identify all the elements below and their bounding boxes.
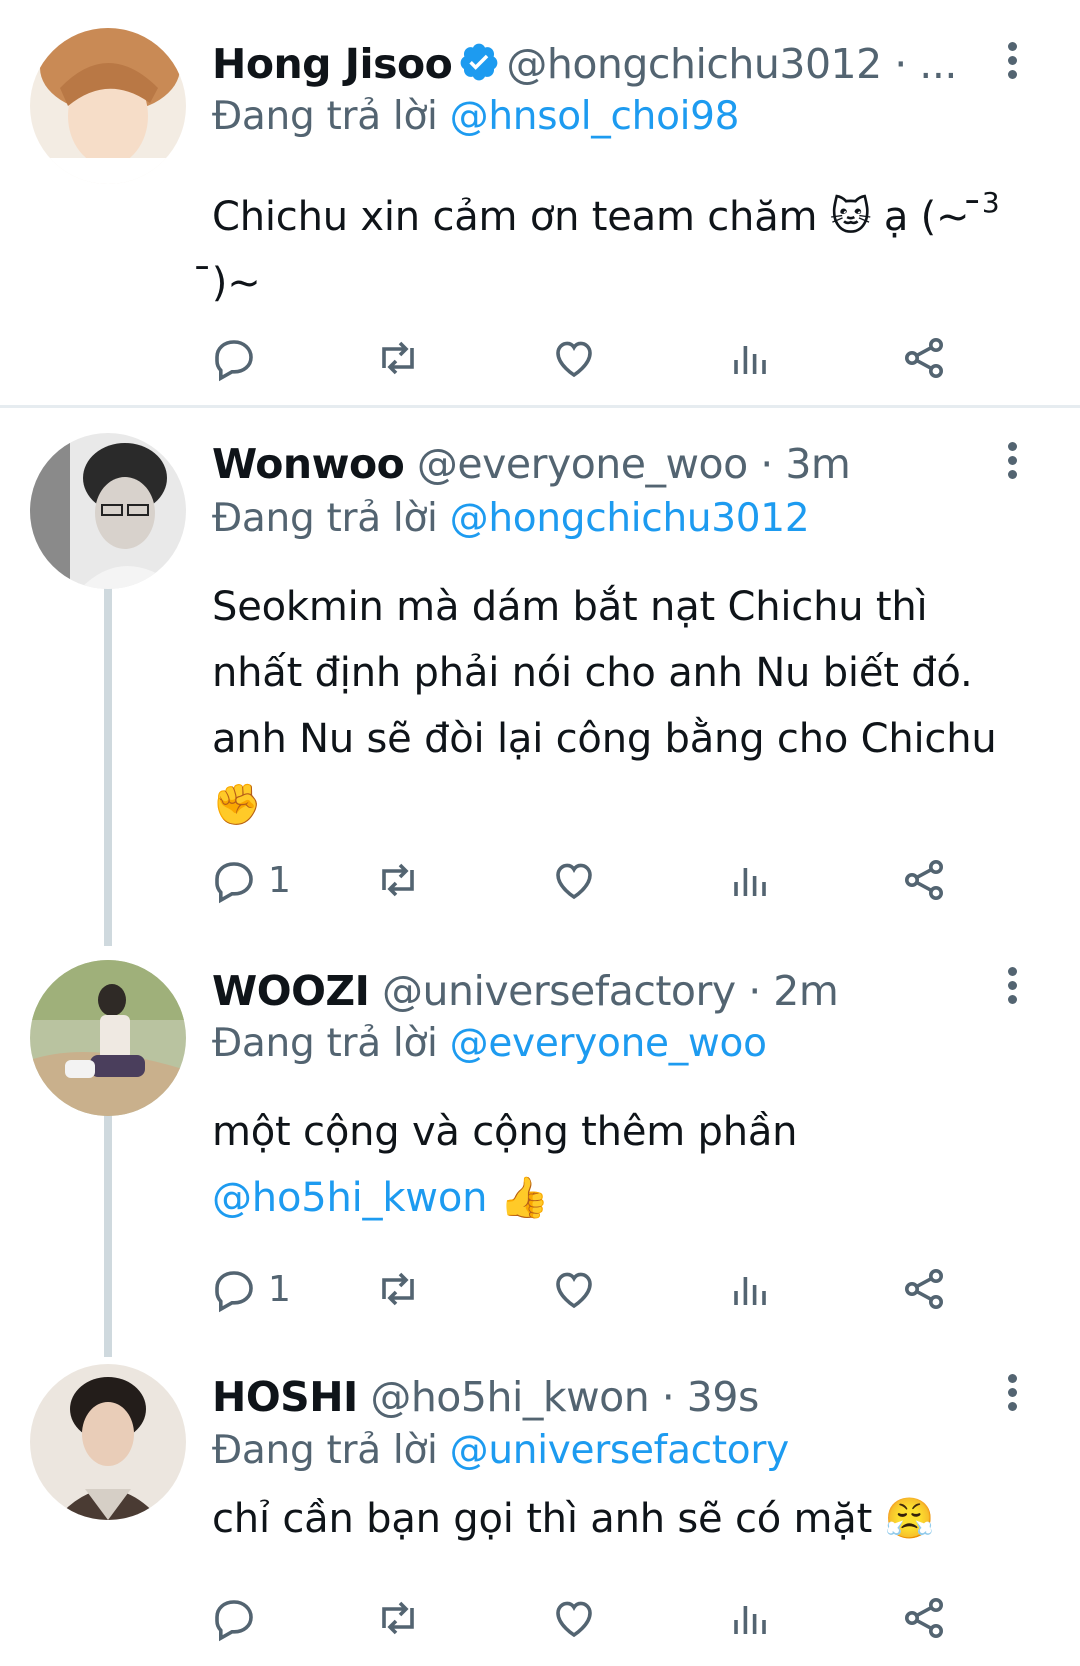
share-icon	[905, 1269, 943, 1309]
reply-button[interactable]	[210, 1590, 258, 1646]
tweet-hoshi[interactable]: HOSHI @ho5hi_kwon · 39s Đang trả lời @un…	[0, 1340, 1080, 1666]
share-button[interactable]	[900, 330, 948, 386]
tweet-text: chỉ cần bạn gọi thì anh sẽ có mặt 😤	[212, 1496, 935, 1542]
heart-icon	[556, 341, 592, 378]
display-name[interactable]: WOOZI	[212, 967, 370, 1015]
more-vertical-icon[interactable]	[1002, 38, 1022, 88]
retweet-icon	[382, 863, 414, 897]
more-vertical-icon[interactable]	[1002, 1370, 1022, 1420]
display-name[interactable]: Wonwoo	[212, 440, 405, 488]
reply-icon	[215, 340, 253, 382]
retweet-button[interactable]	[374, 1590, 422, 1646]
raised-fist-emoji: ✊	[212, 782, 262, 828]
analytics-button[interactable]	[726, 330, 774, 386]
tweet-text: Chichu xin cảm ơn team chăm 🐱 ạ (~ ̄3 ̄)…	[212, 186, 1000, 306]
like-button[interactable]	[550, 1261, 598, 1317]
retweet-button[interactable]	[374, 330, 422, 386]
tweet-woozi[interactable]: WOOZI @universefactory · 2m Đang trả lời…	[0, 935, 1080, 1335]
analytics-icon	[734, 346, 766, 374]
reply-button[interactable]: 1	[210, 1261, 291, 1317]
reply-to-mention[interactable]: @hnsol_choi98	[450, 94, 740, 139]
tweet-wonwoo[interactable]: Wonwoo @everyone_woo · 3m Đang trả lời @…	[0, 410, 1080, 930]
action-bar: 1	[210, 852, 1010, 908]
action-bar	[210, 330, 1010, 386]
replying-to: Đang trả lời @hongchichu3012	[212, 496, 810, 541]
replying-to: Đang trả lời @hnsol_choi98	[212, 94, 740, 139]
like-button[interactable]	[550, 330, 598, 386]
reply-to-mention[interactable]: @hongchichu3012	[450, 496, 810, 541]
reply-icon	[215, 1600, 253, 1642]
avatar[interactable]	[30, 1364, 186, 1520]
analytics-icon	[734, 868, 766, 896]
analytics-button[interactable]	[726, 852, 774, 908]
replying-to: Đang trả lời @universefactory	[212, 1428, 790, 1473]
timestamp[interactable]: · 39s	[649, 1373, 760, 1421]
reply-button[interactable]: 1	[210, 852, 291, 908]
analytics-icon	[734, 1277, 766, 1305]
tweet-header: WOOZI @universefactory · 2m	[212, 963, 960, 1019]
handle[interactable]: @universefactory	[382, 967, 736, 1015]
verified-badge-icon	[458, 41, 500, 83]
reply-button[interactable]	[210, 330, 258, 386]
retweet-icon	[382, 341, 414, 375]
display-name[interactable]: Hong Jisoo	[212, 40, 453, 88]
like-button[interactable]	[550, 852, 598, 908]
retweet-icon	[382, 1601, 414, 1635]
display-name[interactable]: HOSHI	[212, 1373, 358, 1421]
share-button[interactable]	[900, 852, 948, 908]
more-vertical-icon[interactable]	[1002, 438, 1022, 488]
share-button[interactable]	[900, 1261, 948, 1317]
reply-count: 1	[268, 1268, 291, 1310]
thumbs-up-emoji: 👍	[499, 1175, 550, 1221]
tweet-header: Wonwoo @everyone_woo · 3m	[212, 436, 960, 492]
more-vertical-icon[interactable]	[1002, 963, 1022, 1013]
avatar[interactable]	[30, 433, 186, 589]
heart-icon	[556, 1272, 592, 1309]
tweet-text: một cộng và cộng thêm phần @ho5hi_kwon 👍	[212, 1109, 798, 1221]
like-button[interactable]	[550, 1590, 598, 1646]
divider	[0, 405, 1080, 408]
triumph-face-emoji: 😤	[884, 1496, 935, 1542]
reply-count: 1	[268, 859, 291, 901]
timestamp[interactable]: · 2m	[736, 967, 839, 1015]
analytics-button[interactable]	[726, 1590, 774, 1646]
heart-icon	[556, 863, 592, 900]
action-bar: 1	[210, 1261, 1010, 1317]
avatar[interactable]	[30, 28, 186, 184]
replying-to: Đang trả lời @everyone_woo	[212, 1021, 767, 1066]
meta: · ...	[881, 40, 957, 88]
reply-icon	[215, 1271, 253, 1313]
tweet-header: Hong Jisoo @hongchichu3012 · ...	[212, 36, 960, 92]
tweet-text: Seokmin mà dám bắt nạt Chichu thì nhất đ…	[212, 584, 997, 828]
share-icon	[905, 338, 943, 378]
action-bar	[210, 1590, 1010, 1646]
retweet-button[interactable]	[374, 852, 422, 908]
tweet-header: HOSHI @ho5hi_kwon · 39s	[212, 1369, 960, 1425]
reply-icon	[215, 862, 253, 904]
heart-icon	[556, 1601, 592, 1638]
reply-to-mention[interactable]: @everyone_woo	[450, 1021, 767, 1066]
timestamp[interactable]: · 3m	[748, 440, 851, 488]
tweet-hong-jisoo[interactable]: Hong Jisoo @hongchichu3012 · ... Đang trả…	[0, 0, 1080, 405]
handle[interactable]: @hongchichu3012	[506, 40, 882, 88]
handle[interactable]: @everyone_woo	[417, 440, 748, 488]
retweet-icon	[382, 1272, 414, 1306]
retweet-button[interactable]	[374, 1261, 422, 1317]
share-button[interactable]	[900, 1590, 948, 1646]
avatar[interactable]	[30, 960, 186, 1116]
reply-to-mention[interactable]: @universefactory	[450, 1428, 790, 1473]
handle[interactable]: @ho5hi_kwon	[370, 1373, 649, 1421]
analytics-icon	[734, 1606, 766, 1634]
share-icon	[905, 860, 943, 900]
mention-link[interactable]: @ho5hi_kwon	[212, 1175, 487, 1221]
share-icon	[905, 1598, 943, 1638]
cat-emoji: 🐱	[829, 194, 872, 240]
analytics-button[interactable]	[726, 1261, 774, 1317]
